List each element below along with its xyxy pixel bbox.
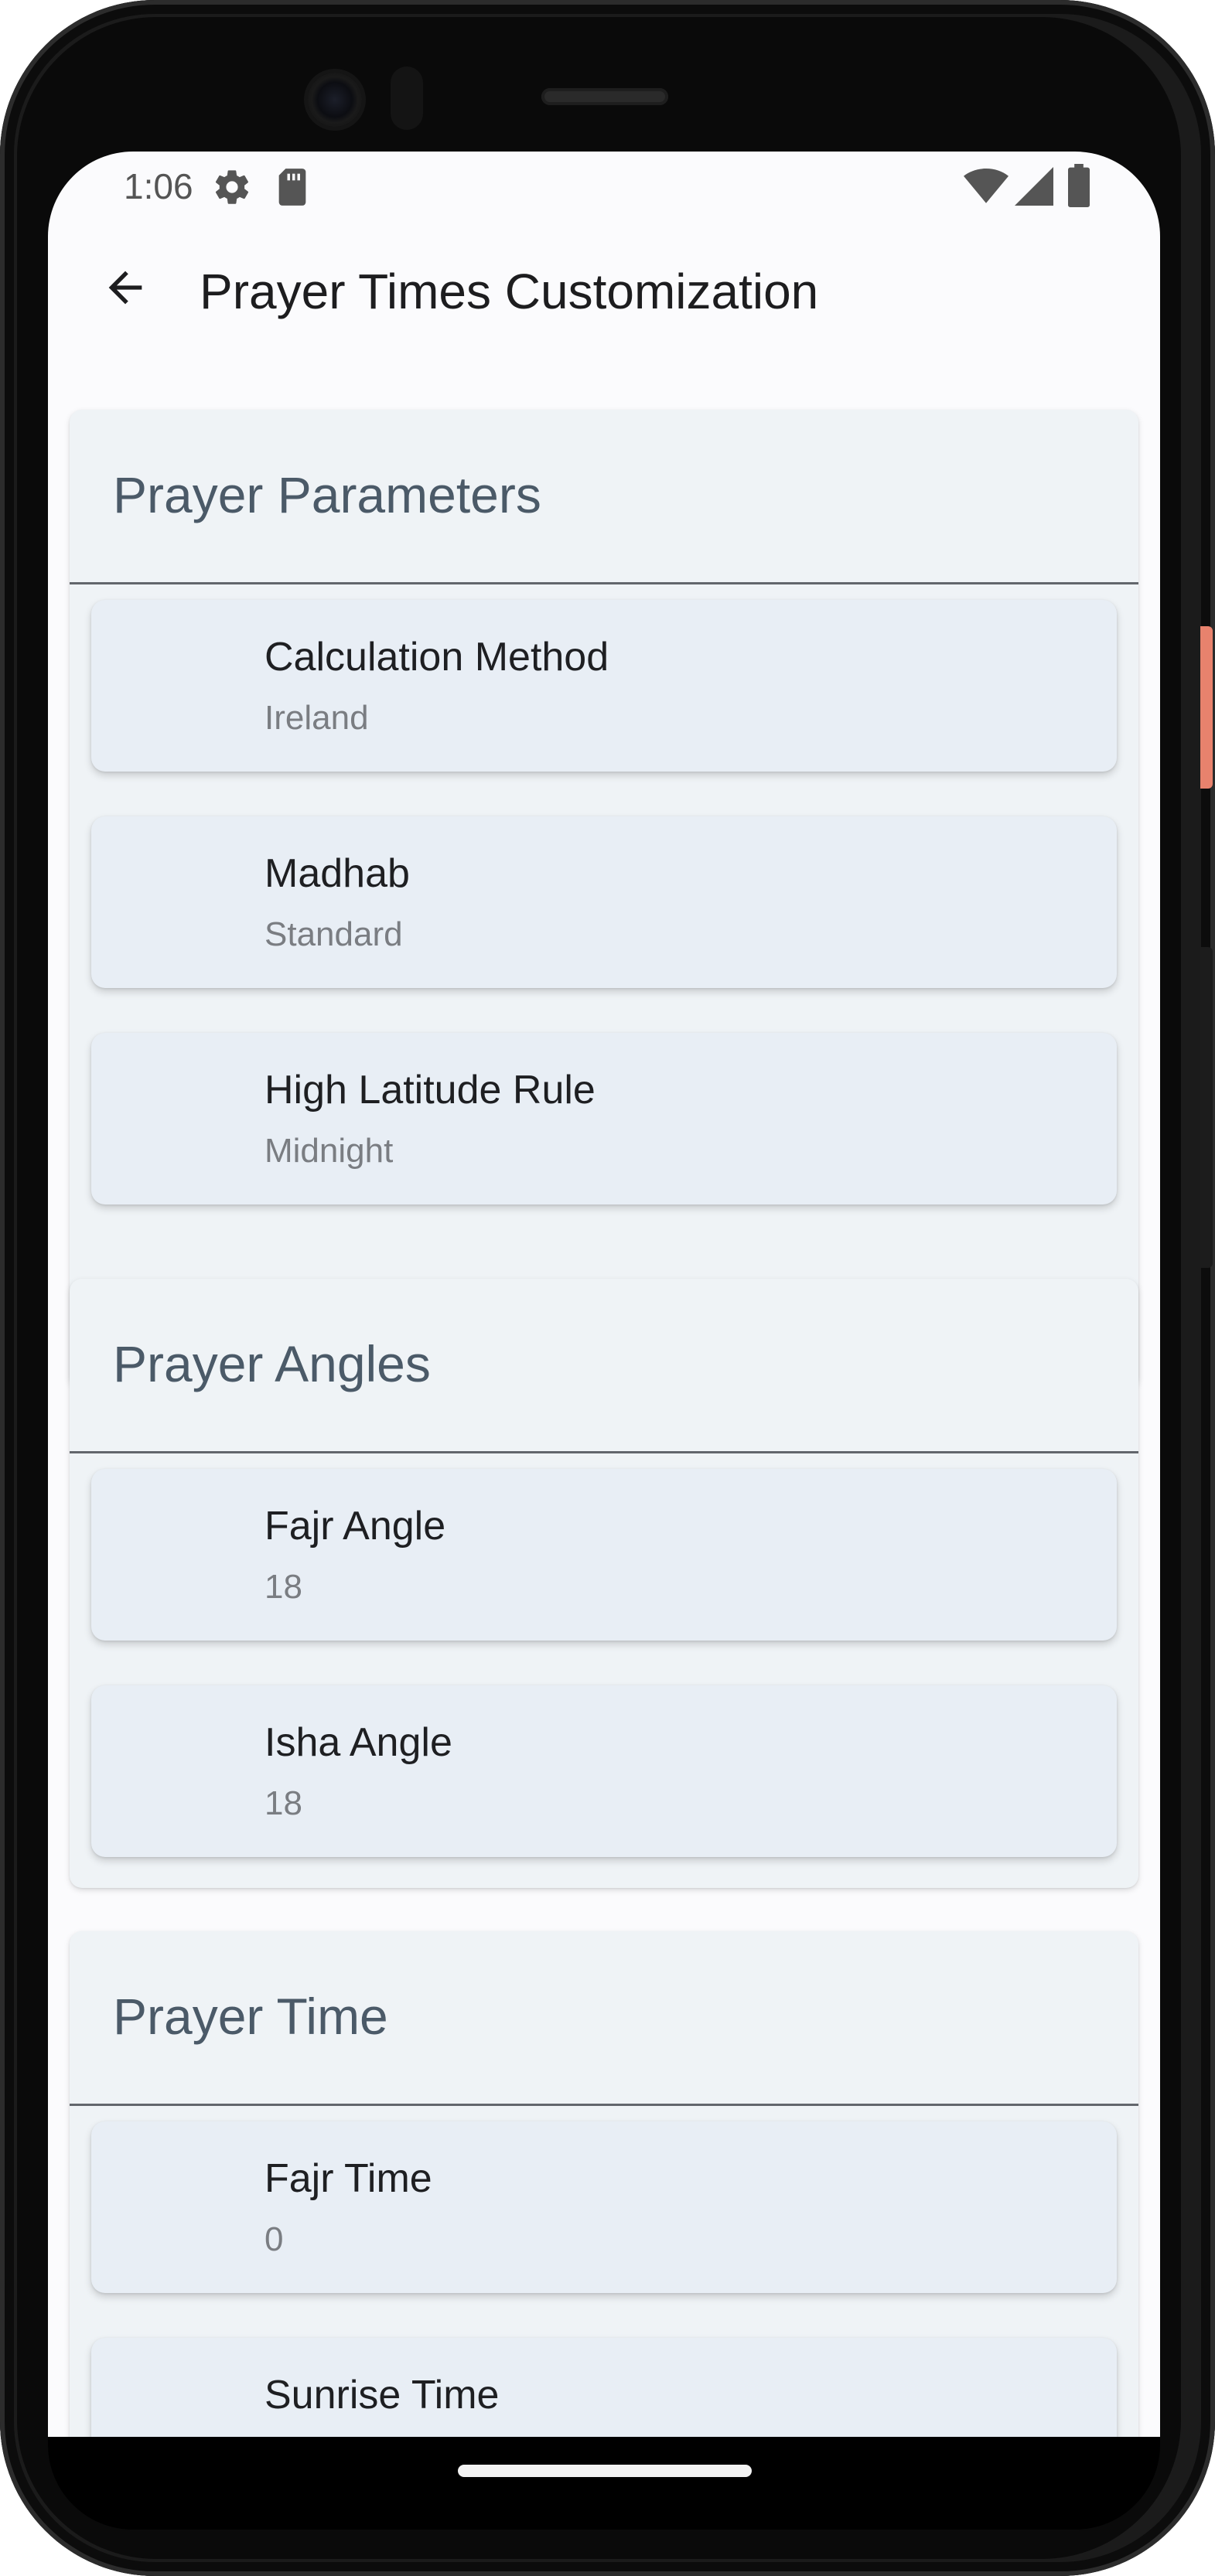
setting-value: 18 [265,1784,302,1822]
section-prayer-angles: Prayer Angles Fajr Angle 18 Isha Angle 1… [70,1279,1138,1888]
setting-value: 0 [265,2220,284,2258]
power-button [1200,626,1213,789]
volume-button [1200,947,1213,1268]
setting-value: 18 [265,1568,302,1606]
setting-item-high-latitude-rule[interactable]: High Latitude Rule Midnight [91,1033,1117,1205]
proximity-sensor [391,66,423,130]
setting-value: Ireland [265,699,369,737]
settings-list: Prayer Parameters Calculation Method Ire… [48,152,1160,2437]
navigation-bar [48,2437,1160,2530]
setting-value: Standard [265,915,403,953]
section-prayer-time: Prayer Time Fajr Time 0 Sunrise Time [70,1931,1138,2437]
setting-title: Madhab [265,851,410,896]
setting-item-madhab[interactable]: Madhab Standard [91,816,1117,988]
setting-item-isha-angle[interactable]: Isha Angle 18 [91,1685,1117,1857]
home-indicator[interactable] [458,2465,752,2477]
section-title: Prayer Angles [113,1335,431,1392]
phone-frame: 1:06 Prayer Times Customization Prayer P… [0,0,1215,2576]
section-header: Prayer Time [70,1931,1138,2106]
setting-item-fajr-angle[interactable]: Fajr Angle 18 [91,1469,1117,1641]
setting-title: Isha Angle [265,1720,452,1765]
setting-title: Fajr Angle [265,1504,446,1549]
section-title: Prayer Parameters [113,466,541,523]
section-header: Prayer Parameters [70,410,1138,584]
setting-item-fajr-time[interactable]: Fajr Time 0 [91,2121,1117,2293]
setting-title: Calculation Method [265,635,609,680]
setting-title: Fajr Time [265,2156,432,2201]
front-camera [308,73,362,127]
section-prayer-parameters: Prayer Parameters Calculation Method Ire… [70,410,1138,1389]
section-title: Prayer Time [113,1988,388,2045]
earpiece-speaker [541,88,668,105]
setting-item-calculation-method[interactable]: Calculation Method Ireland [91,600,1117,772]
setting-title: High Latitude Rule [265,1068,596,1113]
section-header: Prayer Angles [70,1279,1138,1453]
setting-title: Sunrise Time [265,2373,500,2418]
device-screen: 1:06 Prayer Times Customization Prayer P… [48,152,1160,2437]
setting-item-sunrise-time[interactable]: Sunrise Time [91,2338,1117,2437]
setting-value: Midnight [265,1132,394,1170]
